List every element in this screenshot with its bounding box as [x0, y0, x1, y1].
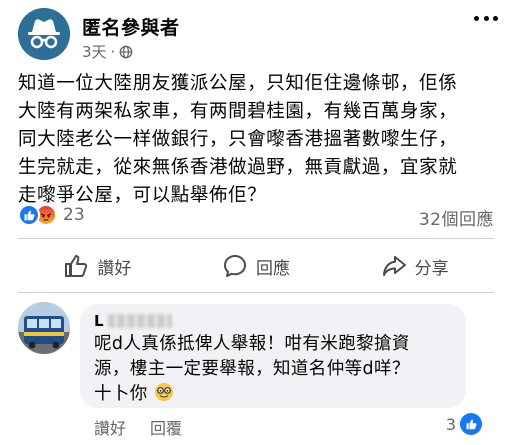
incognito-icon: [18, 8, 70, 60]
comment-line-last: 十卜你: [94, 382, 452, 407]
comment-like-button[interactable]: 讚好: [94, 415, 126, 439]
comment-line: 源，樓主一定要舉報，知道名仲等d咩？: [94, 359, 410, 379]
post-line: 知道一位大陸朋友獲派公屋，只知佢住邊條邨，佢係: [18, 73, 458, 94]
share-label: 分享: [414, 258, 449, 279]
globe-icon: [119, 45, 133, 58]
commenter-avatar[interactable]: [18, 302, 70, 354]
divider: [18, 238, 494, 239]
share-button[interactable]: 分享: [335, 248, 494, 284]
comment-line: 呢d人真係抵俾人舉報！咁有米跑黎搶資: [94, 334, 410, 354]
commenter-name[interactable]: L: [94, 312, 452, 330]
post-author-name[interactable]: 匿名參與者: [82, 13, 180, 40]
post-meta: 3天 ·: [82, 41, 133, 62]
share-arrow-icon: [382, 256, 406, 276]
divider: [18, 292, 494, 293]
comment-reactions[interactable]: 3: [446, 413, 482, 435]
reactions-summary[interactable]: 23: [18, 203, 85, 227]
post-line: 生完就走，從來無係香港做過野，無貢獻過，宜家就: [18, 157, 458, 178]
comment-actions: 讚好 回覆: [94, 415, 182, 439]
comment-reply-button[interactable]: 回覆: [150, 415, 182, 439]
bus-photo-icon: [18, 302, 70, 354]
post-line: 大陸有两架私家車，有两間碧桂園，有幾百萬身家，: [18, 101, 458, 122]
nerd-face-emoji-icon: [154, 383, 173, 401]
redacted-name: [107, 314, 172, 328]
comment-bubble: L 呢d人真係抵俾人舉報！咁有米跑黎搶資 源，樓主一定要舉報，知道名仲等d咩？ …: [80, 304, 466, 408]
thumbs-up-icon: [65, 255, 88, 277]
action-bar: 讚好 回應 分享: [18, 248, 494, 284]
post-body: 知道一位大陸朋友獲派公屋，只知佢住邊條邨，佢係 大陸有两架私家車，有两間碧桂園，…: [18, 70, 500, 210]
post-line: 同大陸老公一样做銀行，只會嚟香港搵著數嚟生仔，: [18, 129, 458, 150]
like-reaction-icon: [18, 204, 40, 226]
comment-reaction-count: 3: [445, 414, 456, 434]
comment-count[interactable]: 32個回應: [419, 205, 494, 230]
reaction-count: 23: [63, 205, 85, 225]
post-time[interactable]: 3天: [82, 41, 107, 62]
more-options-icon[interactable]: [474, 16, 498, 24]
comment-text: 呢d人真係抵俾人舉報！咁有米跑黎搶資 源，樓主一定要舉報，知道名仲等d咩？ 十卜…: [94, 332, 452, 407]
like-button[interactable]: 讚好: [18, 248, 177, 284]
comment-bubble-icon: [224, 255, 246, 277]
comment-button[interactable]: 回應: [177, 248, 336, 284]
like-reaction-icon: [460, 413, 482, 435]
like-label: 讚好: [97, 258, 132, 279]
post-header: 匿名參與者 3天 ·: [18, 8, 498, 64]
comment-label: 回應: [256, 258, 290, 279]
anonymous-avatar[interactable]: [18, 8, 70, 60]
